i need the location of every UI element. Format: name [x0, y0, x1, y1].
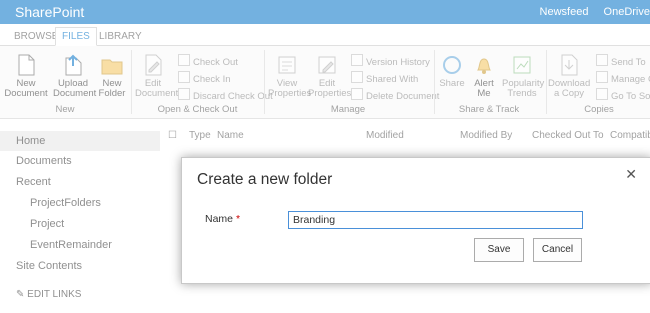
close-icon[interactable]: ✕: [625, 166, 637, 183]
name-label: Name *: [205, 213, 241, 225]
folder-name-input[interactable]: [288, 211, 583, 229]
create-folder-dialog: Create a new folder ✕ Name * Save Cancel: [181, 157, 650, 284]
dialog-title: Create a new folder: [197, 171, 333, 188]
required-marker: *: [235, 213, 241, 225]
save-button[interactable]: Save: [474, 238, 524, 262]
cancel-button[interactable]: Cancel: [533, 238, 582, 262]
